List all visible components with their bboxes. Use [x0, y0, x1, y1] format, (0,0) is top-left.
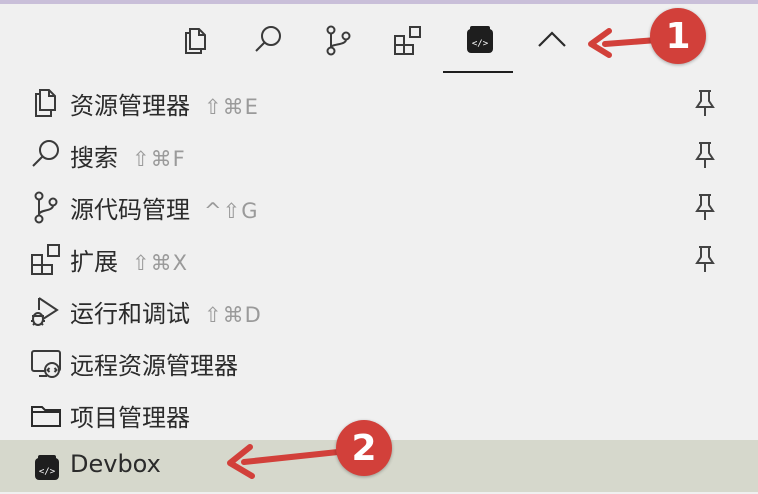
remote-explorer-icon — [28, 345, 64, 381]
menu-item-label: 源代码管理 ^⇧G — [70, 196, 259, 224]
window-top-border — [0, 0, 758, 4]
search-icon — [28, 137, 64, 173]
chevron-up-icon[interactable] — [532, 20, 572, 60]
pin-icon[interactable] — [692, 192, 718, 222]
menu-item-search[interactable]: 搜索 ⇧⌘F — [0, 128, 758, 180]
svg-text:</>: </> — [472, 39, 489, 49]
shortcut-hint: ⇧⌘F — [132, 147, 186, 171]
pin-icon[interactable] — [692, 244, 718, 274]
menu-item-label: 搜索 ⇧⌘F — [70, 144, 186, 172]
shortcut-hint: ^⇧G — [204, 199, 259, 223]
menu-item-label: 远程资源管理器 — [70, 352, 238, 380]
devbox-icon: </> — [28, 449, 64, 485]
svg-text:</>: </> — [39, 467, 56, 477]
copy-icon[interactable] — [176, 20, 216, 60]
menu-item-label: 项目管理器 — [70, 404, 190, 432]
annotation-arrow-2 — [227, 444, 341, 479]
extensions-icon — [28, 241, 64, 277]
pin-icon[interactable] — [692, 140, 718, 170]
menu-item-label: 扩展 ⇧⌘X — [70, 248, 188, 276]
menu-item-label: 运行和调试 ⇧⌘D — [70, 300, 262, 328]
source-control-icon[interactable] — [318, 20, 358, 60]
annotation-badge-1: 1 — [650, 8, 706, 64]
source-control-icon — [28, 189, 64, 225]
shortcut-hint: ⇧⌘E — [204, 95, 259, 119]
folder-icon — [28, 397, 64, 433]
pin-icon[interactable] — [692, 88, 718, 118]
menu-item-explorer[interactable]: 资源管理器 ⇧⌘E — [0, 76, 758, 128]
search-icon[interactable] — [248, 20, 288, 60]
annotation-badge-2: 2 — [336, 420, 392, 476]
shortcut-hint: ⇧⌘D — [204, 303, 262, 327]
annotation-arrow-1 — [588, 28, 660, 58]
run-debug-icon — [28, 293, 64, 329]
menu-item-run-debug[interactable]: 运行和调试 ⇧⌘D — [0, 284, 758, 336]
menu-item-extensions[interactable]: 扩展 ⇧⌘X — [0, 232, 758, 284]
copy-icon — [28, 85, 64, 121]
activity-toolbar: </> — [170, 14, 590, 74]
shortcut-hint: ⇧⌘X — [132, 251, 188, 275]
menu-item-label: Devbox — [70, 450, 161, 478]
devbox-icon[interactable]: </> — [460, 20, 500, 60]
active-tab-indicator — [443, 71, 513, 73]
extensions-icon[interactable] — [388, 20, 428, 60]
menu-item-remote-explorer[interactable]: 远程资源管理器 — [0, 336, 758, 388]
menu-item-label: 资源管理器 ⇧⌘E — [70, 92, 259, 120]
menu-item-source-control[interactable]: 源代码管理 ^⇧G — [0, 180, 758, 232]
